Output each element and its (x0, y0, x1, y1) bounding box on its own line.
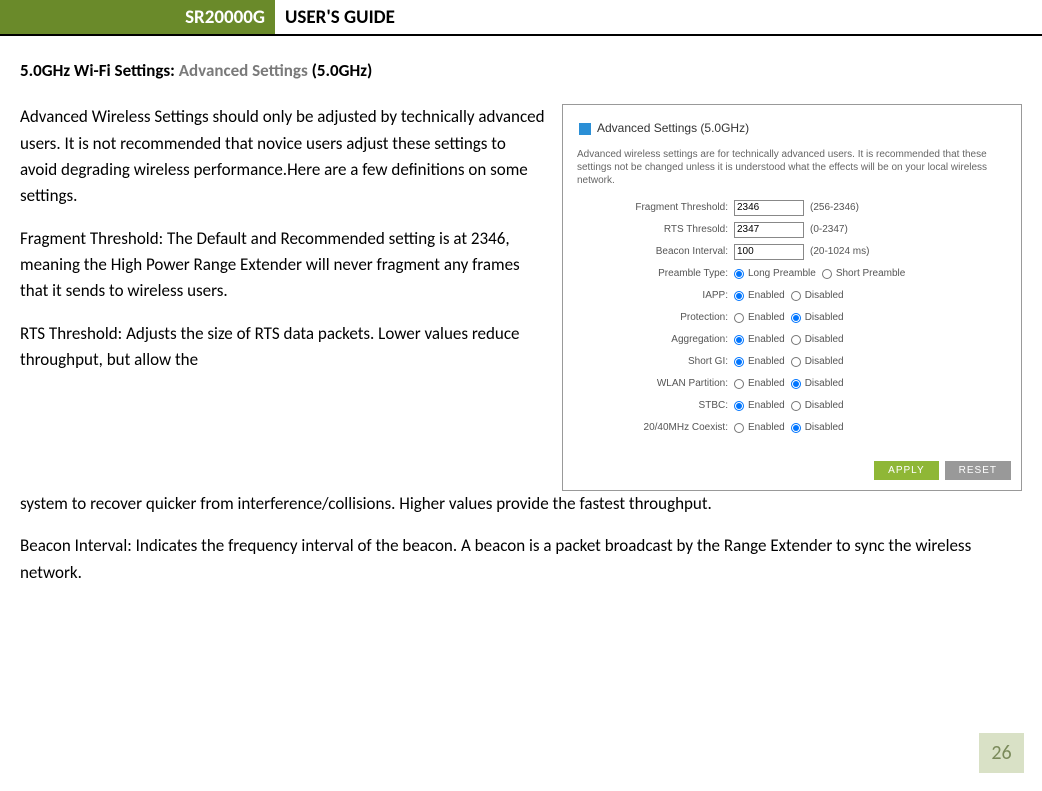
panel-title-row: Advanced Settings (5.0GHz) (579, 119, 1011, 138)
shortgi-disabled-radio[interactable] (791, 357, 801, 367)
para-fragment: Fragment Threshold: The Default and Reco… (20, 226, 546, 305)
iapp-disabled-radio[interactable] (791, 291, 801, 301)
left-column: Advanced Wireless Settings should only b… (20, 104, 546, 491)
panel-marker-icon (579, 123, 591, 135)
aggregation-disabled-radio[interactable] (791, 335, 801, 345)
doc-header: SR20000G USER'S GUIDE (0, 0, 1042, 36)
settings-panel: Advanced Settings (5.0GHz) Advanced wire… (562, 104, 1022, 491)
para-rts-a: RTS Threshold: Adjusts the size of RTS d… (20, 321, 546, 374)
wlan-disabled-radio[interactable] (791, 379, 801, 389)
protection-disabled-radio[interactable] (791, 313, 801, 323)
model-badge: SR20000G (0, 0, 275, 34)
section-title: 5.0GHz Wi-Fi Settings: Advanced Settings… (20, 58, 1022, 84)
shortgi-label: Short GI: (573, 354, 728, 370)
reset-button[interactable]: RESET (945, 461, 1011, 480)
section-post: (5.0GHz) (308, 60, 373, 81)
page-number-box: 26 (979, 733, 1024, 773)
wlan-label: WLAN Partition: (573, 376, 728, 392)
section-pre: 5.0GHz Wi-Fi Settings: (20, 60, 179, 81)
aggregation-enabled-radio[interactable] (734, 335, 744, 345)
rts-hint: (0-2347) (810, 222, 848, 238)
stbc-label: STBC: (573, 398, 728, 414)
page-content: 5.0GHz Wi-Fi Settings: Advanced Settings… (0, 36, 1042, 586)
preamble-short-text: Short Preamble (836, 266, 905, 282)
preamble-short-radio[interactable] (822, 269, 832, 279)
fragment-label: Fragment Threshold: (573, 200, 728, 216)
doc-title: USER'S GUIDE (275, 0, 395, 34)
coexist-enabled-radio[interactable] (734, 423, 744, 433)
fragment-hint: (256-2346) (810, 200, 859, 216)
iapp-enabled-radio[interactable] (734, 291, 744, 301)
beacon-hint: (20-1024 ms) (810, 244, 869, 260)
panel-desc: Advanced wireless settings are for techn… (577, 148, 1007, 187)
coexist-disabled-radio[interactable] (791, 423, 801, 433)
shortgi-enabled-radio[interactable] (734, 357, 744, 367)
coexist-label: 20/40MHz Coexist: (573, 420, 728, 436)
wlan-enabled-radio[interactable] (734, 379, 744, 389)
rts-label: RTS Thresold: (573, 222, 728, 238)
para-beacon: Beacon Interval: Indicates the frequency… (20, 533, 1022, 586)
protection-label: Protection: (573, 310, 728, 326)
beacon-label: Beacon Interval: (573, 244, 728, 260)
stbc-disabled-radio[interactable] (791, 401, 801, 411)
para-rts-b: system to recover quicker from interfere… (20, 491, 1022, 517)
preamble-label: Preamble Type: (573, 266, 728, 282)
section-mid: Advanced Settings (179, 60, 308, 81)
preamble-long-radio[interactable] (734, 269, 744, 279)
preamble-long-text: Long Preamble (748, 266, 816, 282)
aggregation-label: Aggregation: (573, 332, 728, 348)
iapp-label: IAPP: (573, 288, 728, 304)
fragment-input[interactable] (734, 200, 804, 216)
rts-input[interactable] (734, 222, 804, 238)
apply-button[interactable]: APPLY (874, 461, 939, 480)
para-intro: Advanced Wireless Settings should only b… (20, 104, 546, 209)
page-number: 26 (991, 741, 1011, 765)
panel-title-text: Advanced Settings (5.0GHz) (597, 119, 749, 138)
beacon-input[interactable] (734, 244, 804, 260)
stbc-enabled-radio[interactable] (734, 401, 744, 411)
protection-enabled-radio[interactable] (734, 313, 744, 323)
